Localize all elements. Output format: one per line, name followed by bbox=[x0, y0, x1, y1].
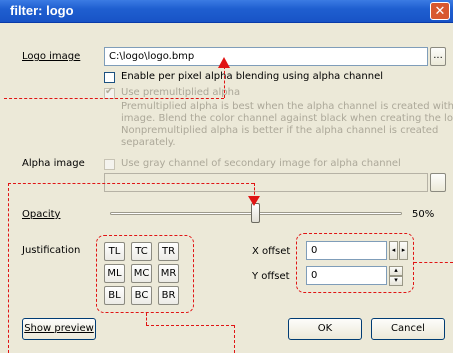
x-offset-label: X offset bbox=[252, 246, 291, 257]
ok-button[interactable]: OK bbox=[288, 318, 362, 340]
close-icon: ✕ bbox=[434, 4, 446, 19]
logo-image-input[interactable]: C:\logo\logo.bmp bbox=[104, 47, 428, 66]
opacity-value: 50% bbox=[412, 209, 435, 220]
per-pixel-alpha-label[interactable]: Enable per pixel alpha blending using al… bbox=[121, 71, 383, 82]
cancel-button[interactable]: Cancel bbox=[371, 318, 445, 340]
annotation-line-justification-right bbox=[146, 325, 234, 326]
annotation-offset-box bbox=[296, 233, 414, 293]
opacity-slider-thumb[interactable] bbox=[251, 203, 260, 223]
annotation-line-justification-down bbox=[146, 313, 147, 325]
close-button[interactable]: ✕ bbox=[430, 2, 450, 20]
annotation-line-logo-vertical bbox=[224, 66, 225, 98]
logo-image-label: Logo image bbox=[22, 51, 81, 62]
window-title: filter: logo bbox=[10, 3, 74, 18]
alpha-browse-button[interactable] bbox=[430, 173, 446, 192]
annotation-arrow-up-icon bbox=[218, 57, 230, 68]
annotation-line-left-vertical bbox=[8, 183, 9, 353]
annotation-line-logo bbox=[4, 98, 224, 99]
annotation-line-opacity bbox=[8, 183, 254, 184]
justification-label: Justification bbox=[22, 245, 81, 256]
alpha-gray-channel-checkbox[interactable] bbox=[104, 159, 115, 170]
annotation-arrow-down-icon bbox=[248, 196, 260, 206]
checkmark-icon: ✔ bbox=[105, 86, 114, 97]
logo-browse-button[interactable]: ... bbox=[430, 47, 446, 66]
annotation-line-justification-bottom bbox=[234, 325, 235, 353]
annotation-justification-box bbox=[96, 235, 194, 313]
show-preview-button[interactable]: Show preview bbox=[22, 318, 96, 340]
annotation-line-offset-right bbox=[414, 262, 453, 263]
premultiplied-help: Premultiplied alpha is best when the alp… bbox=[121, 101, 453, 148]
alpha-gray-channel-label: Use gray channel of secondary image for … bbox=[121, 158, 401, 169]
per-pixel-alpha-checkbox[interactable] bbox=[104, 72, 115, 83]
y-offset-label: Y offset bbox=[252, 271, 290, 282]
opacity-label: Opacity bbox=[22, 209, 61, 220]
alpha-image-label: Alpha image bbox=[22, 158, 85, 169]
premultiplied-label: Use premultiplied alpha bbox=[121, 87, 241, 98]
